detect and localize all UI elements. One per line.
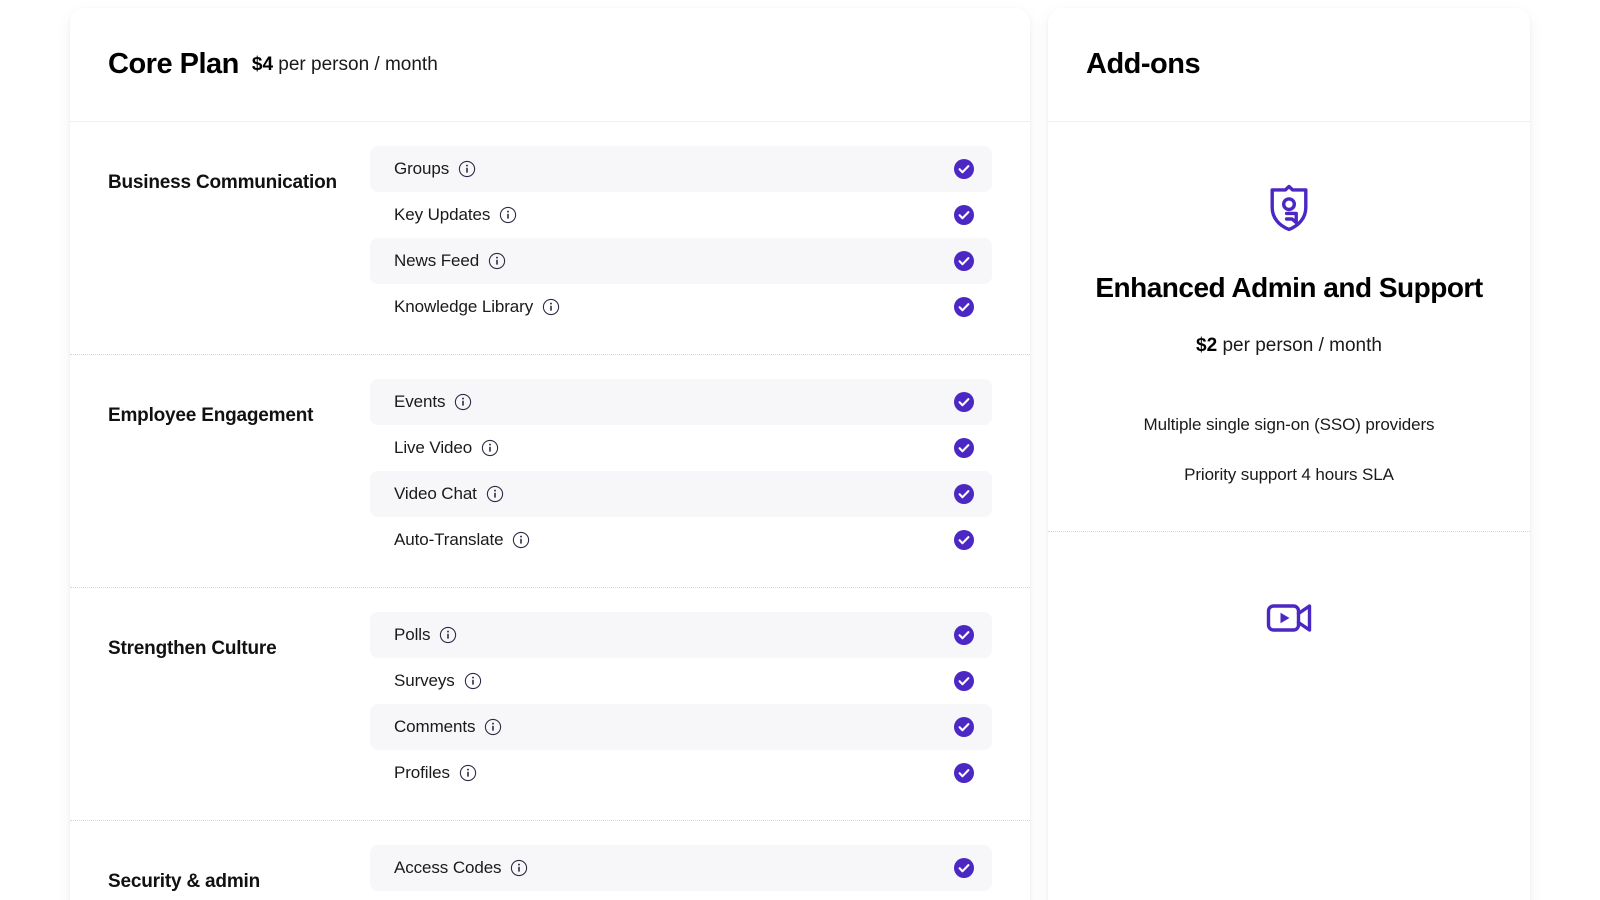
feature-row: Video Chat — [370, 471, 992, 517]
feature-section: Strengthen Culture Polls Surveys Comments Pr… — [70, 588, 1030, 821]
feature-row-group: Polls Surveys Comments Profiles — [370, 612, 992, 796]
core-plan-header: Core Plan $4 per person / month — [70, 8, 1030, 122]
included-check-icon — [954, 671, 974, 691]
feature-row: Profiles — [370, 750, 992, 796]
included-check-icon — [954, 858, 974, 878]
addon-feature: Multiple single sign-on (SSO) providers — [1143, 414, 1435, 434]
core-plan-title: Core Plan — [108, 48, 239, 80]
info-icon[interactable] — [439, 626, 457, 644]
feature-name: Profiles — [394, 763, 450, 782]
feature-name: Access Codes — [394, 858, 502, 877]
feature-row: Surveys — [370, 658, 992, 704]
core-plan-sections: Business Communication Groups Key Updates N… — [70, 122, 1030, 900]
info-icon[interactable] — [510, 859, 528, 877]
info-icon[interactable] — [542, 298, 560, 316]
feature-row: Polls — [370, 612, 992, 658]
addon-title: Enhanced Admin and Support — [1095, 272, 1483, 303]
info-icon[interactable] — [486, 485, 504, 503]
feature-name: Events — [394, 392, 446, 411]
info-icon[interactable] — [484, 718, 502, 736]
included-check-icon — [954, 717, 974, 737]
included-check-icon — [954, 205, 974, 225]
section-label: Strengthen Culture — [108, 638, 277, 659]
video-camera-icon — [1082, 590, 1496, 646]
feature-name: Auto-Translate — [394, 530, 504, 549]
included-check-icon — [954, 159, 974, 179]
feature-name: Polls — [394, 625, 431, 644]
addon-item: Enhanced Admin and Support $2 per person … — [1048, 122, 1530, 532]
feature-name: Live Video — [394, 438, 473, 457]
feature-section: Security & admin Access Codes Integrations — [70, 821, 1030, 900]
feature-name: News Feed — [394, 251, 480, 270]
addons-card: Add-ons Enhanced Admin and Support $2 per… — [1048, 8, 1530, 900]
addon-item — [1048, 532, 1530, 726]
feature-row: Auto-Translate — [370, 517, 992, 563]
info-icon[interactable] — [499, 206, 517, 224]
included-check-icon — [954, 484, 974, 504]
feature-row: Knowledge Library — [370, 284, 992, 330]
feature-name: Key Updates — [394, 205, 491, 224]
addons-list: Enhanced Admin and Support $2 per person … — [1048, 122, 1530, 726]
feature-row: News Feed — [370, 238, 992, 284]
feature-row: Comments — [370, 704, 992, 750]
info-icon[interactable] — [464, 672, 482, 690]
included-check-icon — [954, 392, 974, 412]
section-label: Security & admin — [108, 871, 261, 892]
included-check-icon — [954, 438, 974, 458]
feature-row-group: Events Live Video Video Chat Auto-Translate — [370, 379, 992, 563]
core-plan-card: Core Plan $4 per person / month Business… — [70, 8, 1030, 900]
feature-name: Groups — [394, 159, 450, 178]
included-check-icon — [954, 625, 974, 645]
feature-row: Events — [370, 379, 992, 425]
shield-person-icon — [1082, 180, 1496, 236]
addon-feature: Priority support 4 hours SLA — [1184, 464, 1394, 484]
included-check-icon — [954, 530, 974, 550]
addons-header: Add-ons — [1048, 8, 1530, 122]
feature-row: Key Updates — [370, 192, 992, 238]
pricing-page: Core Plan $4 per person / month Business… — [0, 0, 1600, 900]
addon-price-amount: $2 — [1196, 334, 1218, 356]
feature-section: Business Communication Groups Key Updates N… — [70, 122, 1030, 355]
info-icon[interactable] — [454, 393, 472, 411]
core-plan-price-unit: per person / month — [278, 53, 438, 75]
info-icon[interactable] — [481, 439, 499, 457]
addons-title: Add-ons — [1086, 48, 1201, 80]
feature-section: Employee Engagement Events Live Video Video… — [70, 355, 1030, 588]
included-check-icon — [954, 763, 974, 783]
included-check-icon — [954, 297, 974, 317]
core-plan-price-amount: $4 — [251, 53, 274, 75]
info-icon[interactable] — [459, 764, 477, 782]
section-label: Business Communication — [108, 172, 337, 193]
feature-row: Live Video — [370, 425, 992, 471]
feature-name: Video Chat — [394, 484, 477, 503]
section-label: Employee Engagement — [108, 405, 314, 426]
feature-name: Surveys — [394, 671, 455, 690]
feature-row: Integrations — [370, 891, 992, 900]
info-icon[interactable] — [512, 531, 530, 549]
info-icon[interactable] — [488, 252, 506, 270]
feature-row: Groups — [370, 146, 992, 192]
feature-name: Comments — [394, 717, 476, 736]
feature-row: Access Codes — [370, 845, 992, 891]
feature-name: Knowledge Library — [394, 297, 534, 316]
feature-row-group: Groups Key Updates News Feed Knowledge Libr… — [370, 146, 992, 330]
addon-price-unit: per person / month — [1222, 334, 1382, 356]
core-plan-price: $4 per person / month — [252, 54, 438, 76]
addon-price: $2 per person / month — [1082, 335, 1496, 357]
feature-row-group: Access Codes Integrations — [370, 845, 992, 900]
info-icon[interactable] — [458, 160, 476, 178]
included-check-icon — [954, 251, 974, 271]
